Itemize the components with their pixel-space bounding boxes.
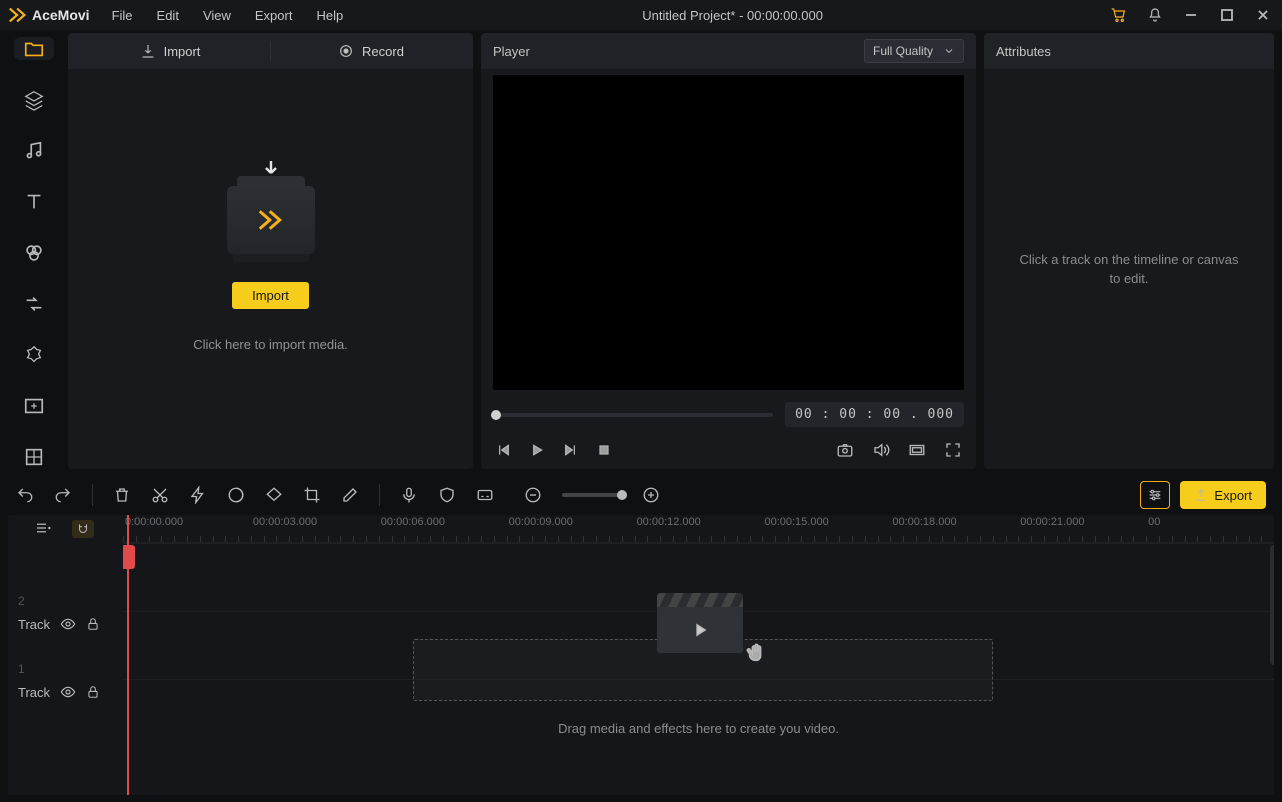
- quality-value: Full Quality: [873, 44, 933, 58]
- delete-button[interactable]: [113, 486, 131, 504]
- track-menu-button[interactable]: [34, 519, 52, 540]
- undo-button[interactable]: [16, 486, 34, 504]
- crop-button[interactable]: [303, 486, 321, 504]
- import-hint: Click here to import media.: [193, 337, 348, 352]
- mic-button[interactable]: [400, 486, 418, 504]
- menu-export[interactable]: Export: [243, 4, 305, 27]
- sidebar-stickers-icon[interactable]: [14, 344, 54, 367]
- cut-button[interactable]: [151, 486, 169, 504]
- playhead[interactable]: [127, 515, 129, 795]
- zoom-out-button[interactable]: [524, 486, 542, 504]
- sidebar-pip-icon[interactable]: [14, 395, 54, 418]
- sidebar-text-icon[interactable]: [14, 190, 54, 213]
- timeline: 2 Track 1 Track 0:00:00.00000:00:03.0000…: [8, 515, 1274, 795]
- volume-button[interactable]: [872, 441, 890, 459]
- track-head: 1 Track: [8, 647, 123, 715]
- eye-icon[interactable]: [60, 684, 76, 700]
- hand-icon: [745, 642, 767, 667]
- window-close[interactable]: [1254, 6, 1272, 24]
- magnet-toggle[interactable]: [72, 520, 94, 538]
- import-tab-label: Import: [164, 44, 201, 59]
- sidebar-transitions-icon[interactable]: [14, 293, 54, 316]
- menu-help[interactable]: Help: [304, 4, 355, 27]
- player-progress-bar[interactable]: [493, 413, 773, 417]
- settings-button[interactable]: [1140, 481, 1170, 509]
- app-logo-icon: [6, 3, 30, 27]
- bell-icon[interactable]: [1146, 6, 1164, 24]
- attributes-panel: Attributes Click a track on the timeline…: [984, 33, 1274, 469]
- aspect-button[interactable]: [908, 441, 926, 459]
- quality-select[interactable]: Full Quality: [864, 39, 964, 63]
- export-icon: [1194, 488, 1208, 502]
- left-sidebar: [8, 33, 60, 469]
- menu-view[interactable]: View: [191, 4, 243, 27]
- record-icon: [338, 43, 354, 59]
- track-head: 2 Track: [8, 579, 123, 647]
- player-panel: Player Full Quality 00 : 00 : 00 . 000: [481, 33, 976, 469]
- attributes-label: Attributes: [996, 44, 1051, 59]
- media-panel: Import Record Import Click here to impor…: [68, 33, 473, 469]
- speed-button[interactable]: [189, 486, 207, 504]
- main-menu: File Edit View Export Help: [100, 4, 356, 27]
- edit-button[interactable]: [341, 486, 359, 504]
- import-icon: [140, 43, 156, 59]
- next-frame-button[interactable]: [563, 442, 579, 458]
- record-tab-label: Record: [362, 44, 404, 59]
- app-name: AceMovi: [32, 7, 90, 23]
- shield-button[interactable]: [438, 486, 456, 504]
- redo-button[interactable]: [54, 486, 72, 504]
- chevron-down-icon: [943, 45, 955, 57]
- window-maximize[interactable]: [1218, 6, 1236, 24]
- titlebar: AceMovi File Edit View Export Help Untit…: [0, 0, 1282, 30]
- import-dropzone[interactable]: [227, 186, 315, 254]
- cart-icon[interactable]: [1110, 6, 1128, 24]
- export-button[interactable]: Export: [1180, 481, 1266, 509]
- sidebar-media-icon[interactable]: [14, 37, 54, 60]
- fullscreen-button[interactable]: [944, 441, 962, 459]
- play-button[interactable]: [529, 442, 545, 458]
- stop-button[interactable]: [597, 442, 611, 458]
- window-title: Untitled Project* - 00:00:00.000: [357, 8, 1108, 23]
- player-label: Player: [493, 44, 530, 59]
- sidebar-effects-icon[interactable]: [14, 241, 54, 264]
- menu-edit[interactable]: Edit: [145, 4, 191, 27]
- progress-handle[interactable]: [491, 410, 501, 420]
- zoom-in-button[interactable]: [642, 486, 660, 504]
- timeline-toolbar: Export: [8, 475, 1274, 515]
- sidebar-audio-icon[interactable]: [14, 139, 54, 162]
- caption-button[interactable]: [476, 486, 494, 504]
- tag-button[interactable]: [265, 486, 283, 504]
- drop-hint: Drag media and effects here to create yo…: [123, 721, 1274, 736]
- menu-file[interactable]: File: [100, 4, 145, 27]
- import-tab[interactable]: Import: [80, 43, 260, 59]
- export-label: Export: [1214, 488, 1252, 503]
- import-button[interactable]: Import: [232, 282, 309, 309]
- zoom-slider[interactable]: [562, 493, 622, 497]
- clapper-icon: [653, 593, 747, 661]
- timeline-ruler[interactable]: 0:00:00.00000:00:03.00000:00:06.00000:00…: [123, 515, 1274, 543]
- sidebar-grid-icon[interactable]: [14, 446, 54, 469]
- window-minimize[interactable]: [1182, 6, 1200, 24]
- lock-icon[interactable]: [86, 685, 100, 699]
- timecode: 00 : 00 : 00 . 000: [785, 402, 964, 427]
- color-button[interactable]: [227, 486, 245, 504]
- prev-frame-button[interactable]: [495, 442, 511, 458]
- attributes-hint: Click a track on the timeline or canvas …: [984, 69, 1274, 469]
- lock-icon[interactable]: [86, 617, 100, 631]
- snapshot-button[interactable]: [836, 441, 854, 459]
- eye-icon[interactable]: [60, 616, 76, 632]
- record-tab[interactable]: Record: [281, 43, 461, 59]
- player-viewport[interactable]: [493, 75, 964, 390]
- zoom-handle[interactable]: [617, 490, 627, 500]
- vertical-scrollbar[interactable]: [1270, 545, 1274, 665]
- sidebar-layers-icon[interactable]: [14, 88, 54, 111]
